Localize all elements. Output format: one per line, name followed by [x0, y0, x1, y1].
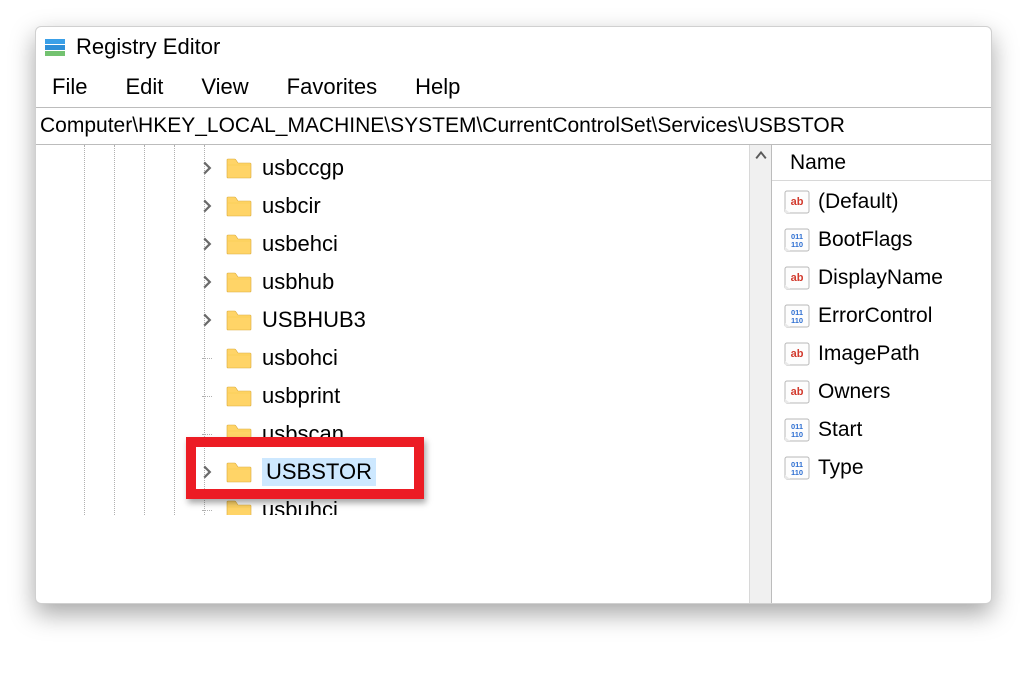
menu-help[interactable]: Help: [405, 72, 470, 102]
address-bar[interactable]: Computer\HKEY_LOCAL_MACHINE\SYSTEM\Curre…: [36, 107, 991, 145]
svg-text:110: 110: [791, 468, 803, 477]
value-name: Type: [818, 456, 864, 480]
reg-string-icon: ab: [784, 379, 810, 405]
menu-edit[interactable]: Edit: [115, 72, 173, 102]
value-row[interactable]: ab ImagePath: [772, 335, 991, 373]
value-row[interactable]: ab Owners: [772, 373, 991, 411]
tree-item-usbehci[interactable]: usbehci: [36, 225, 749, 263]
tree-item-label: usbhub: [262, 269, 334, 295]
tree-item-label: usbccgp: [262, 155, 344, 181]
value-name: ErrorControl: [818, 304, 932, 328]
folder-icon: [226, 271, 252, 293]
svg-text:ab: ab: [791, 386, 804, 398]
chevron-right-icon[interactable]: [196, 309, 218, 331]
value-name: DisplayName: [818, 266, 943, 290]
menu-file[interactable]: File: [42, 72, 97, 102]
value-name: ImagePath: [818, 342, 920, 366]
tree-branch-line: [196, 499, 218, 515]
tree-item-label: usbscan: [262, 421, 344, 447]
window-title: Registry Editor: [76, 34, 220, 60]
tree-item-usbprint[interactable]: usbprint: [36, 377, 749, 415]
folder-icon: [226, 499, 252, 515]
folder-icon: [226, 195, 252, 217]
value-name: Owners: [818, 380, 890, 404]
reg-binary-icon: 011 110: [784, 303, 810, 329]
tree-branch-line: [196, 347, 218, 369]
value-name: (Default): [818, 190, 899, 214]
tree-item-label: usbcir: [262, 193, 321, 219]
regedit-icon: [44, 36, 66, 58]
svg-text:ab: ab: [791, 348, 804, 360]
reg-binary-icon: 011 110: [784, 227, 810, 253]
reg-string-icon: ab: [784, 265, 810, 291]
tree-item-usbccgp[interactable]: usbccgp: [36, 149, 749, 187]
tree-branch-line: [196, 423, 218, 445]
reg-string-icon: ab: [784, 341, 810, 367]
svg-text:ab: ab: [791, 272, 804, 284]
tree-item-usbuhci[interactable]: usbuhci: [36, 491, 749, 515]
values-pane: Name ab (Default) 011 110 BootFlags ab D…: [772, 145, 991, 603]
tree-item-usbcir[interactable]: usbcir: [36, 187, 749, 225]
tree-item-label: usbehci: [262, 231, 338, 257]
tree-item-usbscan[interactable]: usbscan: [36, 415, 749, 453]
scroll-up-arrow-icon[interactable]: [750, 145, 771, 167]
reg-string-icon: ab: [784, 189, 810, 215]
value-row[interactable]: 011 110 Start: [772, 411, 991, 449]
reg-binary-icon: 011 110: [784, 417, 810, 443]
column-header-name[interactable]: Name: [772, 145, 991, 181]
tree-item-label: USBSTOR: [262, 458, 376, 486]
folder-icon: [226, 385, 252, 407]
tree-item-label: usbuhci: [262, 497, 338, 515]
value-row[interactable]: 011 110 BootFlags: [772, 221, 991, 259]
title-bar[interactable]: Registry Editor: [36, 27, 991, 71]
value-name: Start: [818, 418, 862, 442]
value-name: BootFlags: [818, 228, 913, 252]
folder-icon: [226, 461, 252, 483]
chevron-right-icon[interactable]: [196, 271, 218, 293]
folder-icon: [226, 347, 252, 369]
value-row[interactable]: 011 110 ErrorControl: [772, 297, 991, 335]
folder-icon: [226, 423, 252, 445]
menu-bar: File Edit View Favorites Help: [36, 71, 991, 107]
chevron-right-icon[interactable]: [196, 157, 218, 179]
svg-text:110: 110: [791, 240, 803, 249]
value-row[interactable]: ab (Default): [772, 183, 991, 221]
chevron-right-icon[interactable]: [196, 233, 218, 255]
reg-binary-icon: 011 110: [784, 455, 810, 481]
folder-icon: [226, 309, 252, 331]
folder-icon: [226, 233, 252, 255]
svg-text:ab: ab: [791, 196, 804, 208]
svg-text:110: 110: [791, 316, 803, 325]
registry-editor-window: Registry Editor File Edit View Favorites…: [35, 26, 992, 604]
folder-icon: [226, 157, 252, 179]
tree-scrollbar[interactable]: [749, 145, 771, 603]
address-path: Computer\HKEY_LOCAL_MACHINE\SYSTEM\Curre…: [40, 114, 987, 138]
svg-text:110: 110: [791, 430, 803, 439]
tree-item-label: usbprint: [262, 383, 340, 409]
tree-branch-line: [196, 385, 218, 407]
tree-item-usbhub3[interactable]: USBHUB3: [36, 301, 749, 339]
menu-favorites[interactable]: Favorites: [277, 72, 387, 102]
chevron-right-icon[interactable]: [196, 195, 218, 217]
tree-item-label: usbohci: [262, 345, 338, 371]
menu-view[interactable]: View: [191, 72, 258, 102]
tree-pane: usbccgp usbcir usbehci usbhub USBHUB3 us…: [36, 145, 772, 603]
tree-item-label: USBHUB3: [262, 307, 366, 333]
value-row[interactable]: 011 110 Type: [772, 449, 991, 487]
tree-item-usbstor[interactable]: USBSTOR: [36, 453, 749, 491]
content-area: usbccgp usbcir usbehci usbhub USBHUB3 us…: [36, 145, 991, 603]
tree-item-usbhub[interactable]: usbhub: [36, 263, 749, 301]
chevron-right-icon[interactable]: [196, 461, 218, 483]
tree-item-usbohci[interactable]: usbohci: [36, 339, 749, 377]
value-row[interactable]: ab DisplayName: [772, 259, 991, 297]
